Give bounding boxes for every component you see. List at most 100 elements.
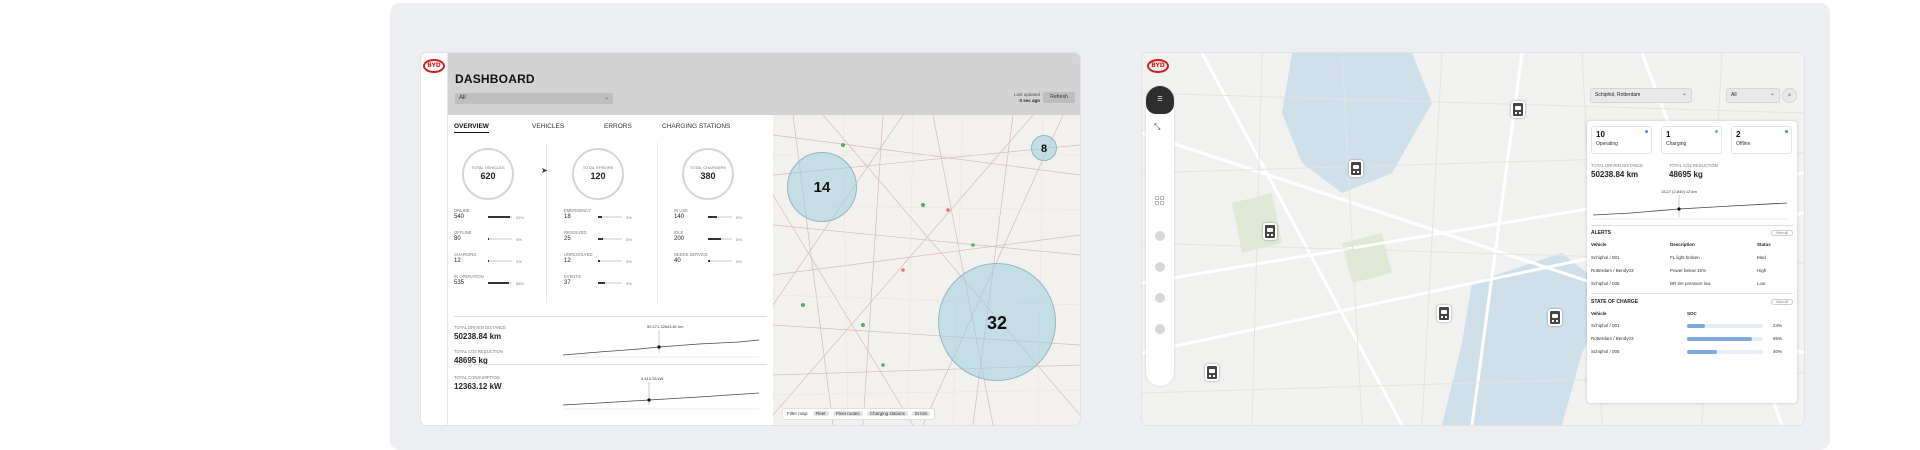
tab-overview[interactable]: OVERVIEW	[454, 123, 489, 133]
stat-bar-fill	[708, 216, 717, 218]
distance-sparkline: 50,271.32643.81 km	[562, 324, 760, 358]
gauge-value: 620	[480, 171, 496, 181]
stat-bar-fill	[708, 260, 711, 262]
nav-item-icon[interactable]	[1155, 262, 1165, 272]
gauge-label: TOTAL ERRORS	[582, 165, 614, 170]
map-cluster-14[interactable]: 14	[787, 152, 857, 222]
map-cluster-32[interactable]: 32	[938, 263, 1056, 381]
alert-vehicle[interactable]: Schiphol / 005	[1591, 281, 1620, 286]
stat-row-idle: IDLE 200 5%	[674, 230, 754, 252]
stat-bar-fill	[488, 282, 510, 284]
alerts-view-all-button[interactable]: View all	[1771, 230, 1793, 236]
stat-pct: 5%	[626, 259, 632, 264]
alert-description: Power below 15%	[1670, 268, 1707, 273]
metric-consumption: TOTAL CONSUMPTION 12363.12 kW	[454, 375, 502, 391]
bus-marker-icon[interactable]	[1349, 160, 1363, 177]
metric-label: TOTAL CO2 REDUCTION	[454, 349, 503, 354]
metric-driven-distance: TOTAL DRIVEN DISTANCE 50238.84 km	[454, 325, 506, 341]
stat-row-resolved: RESOLVED 25 5%	[564, 230, 644, 252]
stat-label: EVENTS	[564, 274, 581, 279]
dashboard-screen: BYD DASHBOARD All ⌄ Last updated 0 sec a…	[421, 53, 1080, 425]
soc-bar-fill	[1687, 324, 1706, 328]
refresh-button[interactable]: Refresh	[1043, 92, 1075, 103]
filter-chip-fleet[interactable]: Fleet	[812, 411, 829, 416]
stat-label: ONLINE	[454, 208, 470, 213]
fleet-map[interactable]: 14 8 32	[773, 115, 1080, 425]
brand-logo[interactable]: BYD	[423, 59, 445, 73]
filter-chip-charging-stations[interactable]: Charging stations	[866, 411, 908, 416]
stat-pct: 5%	[626, 215, 632, 220]
soc-percent: 85%	[1773, 336, 1783, 341]
errors-stats: TOTAL ERRORS 120 EMERGENCY 18 5% RESOLVED 2…	[564, 148, 644, 296]
status-box-charging[interactable]: 1 Charging	[1661, 126, 1722, 154]
page-title: DASHBOARD	[455, 72, 535, 86]
stat-row-in-use: IN USE 140 5%	[674, 208, 754, 230]
soc-header-soc: SOC	[1687, 311, 1697, 316]
filter-chip-errors[interactable]: Errors	[912, 411, 931, 416]
chargers-stats: TOTAL CHARGERS 380 IN USE 140 5% IDLE 200 5%…	[674, 148, 754, 274]
brand-logo[interactable]: BYD	[1147, 59, 1169, 73]
soc-bar-fill	[1687, 337, 1752, 341]
route-icon[interactable]: ⤡	[1154, 122, 1160, 132]
soc-vehicle[interactable]: Rotterdam / Bendy03	[1591, 336, 1634, 341]
tab-vehicles[interactable]: VEHICLES	[532, 123, 564, 130]
stat-label: NEEDS SERVICE	[674, 252, 708, 257]
stat-bar	[598, 216, 622, 218]
tab-errors[interactable]: ERRORS	[604, 123, 632, 130]
nav-item-icon[interactable]	[1155, 293, 1165, 303]
stat-row-events: EVENTS 37 5%	[564, 274, 644, 296]
stat-bar	[708, 238, 732, 240]
filter-map-label: Filter map:	[787, 411, 809, 416]
sparkline-label: 9,413.28 kW	[641, 376, 664, 381]
stat-row-offline: OFFLINE 80 5%	[454, 230, 534, 252]
stat-row-charging: CHARGING 12 3%	[454, 252, 534, 274]
stat-bar	[488, 216, 512, 218]
distance-sparkline: 15,27 (2,840) 12 km	[1592, 189, 1788, 220]
nav-item-icon[interactable]	[1155, 231, 1165, 241]
stat-bar	[488, 282, 512, 284]
soc-bar-fill	[1687, 350, 1718, 354]
bus-marker-icon[interactable]	[1511, 101, 1525, 118]
stat-pct: 92%	[516, 215, 525, 220]
city-map[interactable]: BYD ☰ ⤡ Schiphol, Rotterdam ⌄ All ⌄ ⌕ 10…	[1142, 53, 1804, 425]
stat-label: RESOLVED	[564, 230, 587, 235]
bus-marker-icon[interactable]	[1263, 223, 1277, 240]
bus-marker-icon[interactable]	[1205, 364, 1219, 381]
grid-icon[interactable]	[1155, 196, 1165, 206]
alert-vehicle[interactable]: Schiphol / 001	[1591, 255, 1620, 260]
status-box-offline[interactable]: 2 Offline	[1731, 126, 1792, 154]
soc-vehicle[interactable]: Schiphol / 005	[1591, 349, 1620, 354]
alerts-header-description: Description	[1670, 242, 1695, 247]
fleet-summary-panel: 10 Operating 1 Charging 2 Offline TOTAL …	[1587, 121, 1797, 403]
menu-icon[interactable]: ☰	[1146, 86, 1174, 114]
search-icon[interactable]: ⌕	[1783, 89, 1796, 102]
tab-charging-stations[interactable]: CHARGING STATIONS	[662, 123, 730, 130]
status-label: Offline	[1736, 141, 1751, 147]
nav-item-icon[interactable]	[1155, 324, 1165, 334]
route-select[interactable]: Schiphol, Rotterdam ⌄	[1591, 89, 1691, 102]
status-select-value: All	[1731, 92, 1737, 98]
map-controls: Schiphol, Rotterdam ⌄ All ⌄ ⌕	[1591, 89, 1796, 105]
metric-label: TOTAL DRIVEN DISTANCE	[1591, 163, 1643, 168]
bus-marker-icon[interactable]	[1548, 309, 1562, 326]
stat-bar-fill	[488, 238, 490, 240]
soc-view-all-button[interactable]: View all	[1771, 299, 1793, 305]
last-updated-label: Last updated	[1013, 92, 1040, 97]
total-vehicles-gauge: TOTAL VEHICLES 620	[462, 148, 514, 200]
soc-percent: 40%	[1773, 349, 1783, 354]
bus-marker-icon[interactable]	[1437, 305, 1451, 322]
alert-vehicle[interactable]: Rotterdam / Bendy03	[1591, 268, 1634, 273]
stat-pct: 5%	[626, 237, 632, 242]
stat-pct: 5%	[736, 259, 742, 264]
dashboard-tabs: OVERVIEW VEHICLES ERRORS CHARGING STATIO…	[454, 123, 744, 135]
filter-chip-fleet-routes[interactable]: Fleet routes	[832, 411, 863, 416]
soc-vehicle[interactable]: Schiphol / 001	[1591, 323, 1620, 328]
map-filter-bar: Filter map: Fleet Fleet routes Charging …	[783, 409, 935, 419]
vehicles-stats: TOTAL VEHICLES 620 ONLINE 540 92% OFFLINE 8…	[454, 148, 534, 296]
fleet-filter-select[interactable]: All ⌄	[455, 93, 613, 104]
status-select[interactable]: All ⌄	[1727, 89, 1779, 102]
status-box-operating[interactable]: 10 Operating	[1591, 126, 1652, 154]
metric-value: 48695 kg	[1669, 170, 1703, 179]
alerts-title: ALERTS	[1591, 230, 1611, 236]
map-cluster-8[interactable]: 8	[1031, 135, 1057, 161]
